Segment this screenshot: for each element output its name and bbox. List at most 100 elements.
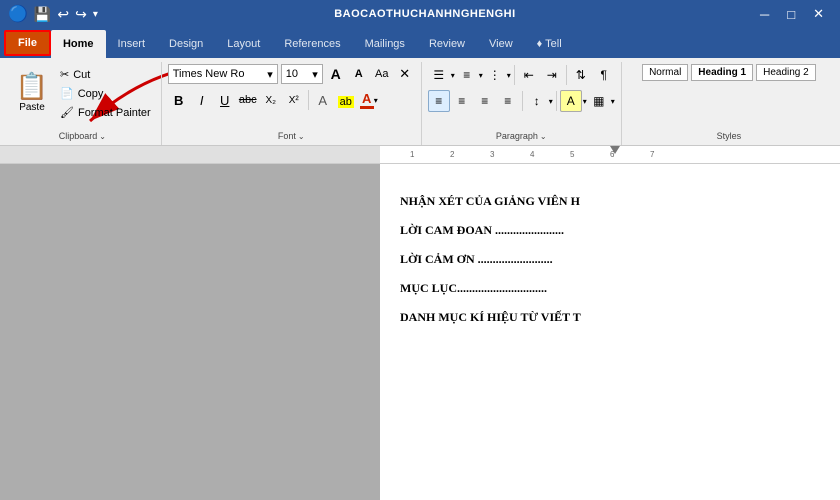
- style-heading1[interactable]: Heading 1: [691, 64, 753, 81]
- numbering-button[interactable]: ≡: [456, 64, 478, 86]
- tab-layout[interactable]: Layout: [215, 30, 272, 58]
- multilevel-button[interactable]: ⋮: [484, 64, 506, 86]
- tab-home[interactable]: Home: [51, 30, 106, 58]
- format-painter-icon: 🖌: [60, 106, 74, 119]
- italic-button[interactable]: I: [191, 89, 213, 111]
- close-button[interactable]: ✕: [805, 0, 832, 28]
- bold-button[interactable]: B: [168, 89, 190, 111]
- quick-access-icon[interactable]: ▾: [93, 9, 98, 20]
- styles-content: Normal Heading 1 Heading 2: [642, 64, 816, 141]
- align-center-button[interactable]: ≡: [451, 90, 473, 112]
- sort-button[interactable]: ⇅: [570, 64, 592, 86]
- tab-design[interactable]: Design: [157, 30, 215, 58]
- undo-icon[interactable]: ↩: [57, 6, 69, 23]
- shading-button[interactable]: A: [560, 90, 582, 112]
- paste-icon: 📋: [16, 71, 48, 102]
- doc-line-3: LỜI CẢM ƠN .........................: [400, 252, 820, 267]
- highlight-icon: ab: [338, 93, 354, 108]
- font-color-icon: A: [360, 91, 374, 109]
- subscript-button[interactable]: X₂: [260, 89, 282, 111]
- doc-line-5: DANH MỤC KÍ HIỆU TỪ VIẾT T: [400, 310, 820, 325]
- paragraph-group-label: Paragraph ⌄: [422, 131, 621, 141]
- para-sep4: [556, 91, 557, 111]
- font-name-dropdown-icon[interactable]: ▾: [267, 68, 273, 81]
- para-sep1: [514, 65, 515, 85]
- cut-label: Cut: [73, 69, 90, 81]
- change-case-button[interactable]: Aa: [372, 64, 392, 84]
- format-painter-button[interactable]: 🖌 Format Painter: [56, 104, 155, 121]
- tab-mailings[interactable]: Mailings: [353, 30, 417, 58]
- doc-line-2: LỜI CAM ĐOAN .......................: [400, 223, 820, 238]
- font-color-button[interactable]: A ▾: [358, 89, 380, 111]
- line-spacing-dropdown[interactable]: ▾: [549, 97, 553, 106]
- justify-button[interactable]: ≡: [497, 90, 519, 112]
- minimize-button[interactable]: ─: [752, 0, 777, 28]
- font-content: Times New Ro ▾ 10 ▾ A A Aa ✕ B I U abc X…: [168, 64, 415, 141]
- cut-button[interactable]: ✂ Cut: [56, 66, 155, 83]
- left-panel: [0, 164, 380, 500]
- clipboard-small-buttons: ✂ Cut 📄 Copy 🖌 Format Painter: [56, 64, 155, 121]
- font-shrink-button[interactable]: A: [349, 64, 369, 84]
- decrease-indent-button[interactable]: ⇤: [518, 64, 540, 86]
- show-marks-button[interactable]: ¶: [593, 64, 615, 86]
- clipboard-group-label: Clipboard ⌄: [4, 131, 161, 141]
- font-color-dropdown[interactable]: ▾: [374, 96, 378, 105]
- bullets-button[interactable]: ☰: [428, 64, 450, 86]
- font-name-value: Times New Ro: [173, 68, 245, 80]
- title-bar-left: 🔵 💾 ↩ ↪ ▾: [8, 4, 98, 24]
- redo-icon[interactable]: ↪: [75, 6, 87, 23]
- main-area: NHẬN XÉT CỦA GIẢNG VIÊN H LỜI CAM ĐOAN .…: [0, 164, 840, 500]
- strikethrough-button[interactable]: abc: [237, 89, 259, 111]
- cut-icon: ✂: [60, 68, 69, 81]
- save-icon[interactable]: 💾: [34, 6, 51, 23]
- paste-button[interactable]: 📋 Paste: [10, 64, 54, 120]
- increase-indent-button[interactable]: ⇥: [541, 64, 563, 86]
- ruler-scale: 1 2 3 4 5 6 7: [380, 146, 840, 163]
- line-spacing-button[interactable]: ↕: [526, 90, 548, 112]
- styles-group: Normal Heading 1 Heading 2 Styles: [622, 62, 836, 145]
- styles-group-label: Styles: [622, 131, 836, 141]
- style-heading2[interactable]: Heading 2: [756, 64, 816, 81]
- font-size-input[interactable]: 10 ▾: [281, 64, 323, 84]
- tab-review[interactable]: Review: [417, 30, 477, 58]
- copy-label: Copy: [78, 88, 104, 100]
- clipboard-dialog-launcher[interactable]: ⌄: [99, 132, 106, 141]
- superscript-button[interactable]: X²: [283, 89, 305, 111]
- font-name-input[interactable]: Times New Ro ▾: [168, 64, 278, 84]
- title-bar: 🔵 💾 ↩ ↪ ▾ BAOCAOTHUCHANHNGHENGHI ─ □ ✕: [0, 0, 840, 28]
- font-format-row: B I U abc X₂ X² A ab A ▾: [168, 89, 380, 111]
- tab-references[interactable]: References: [272, 30, 352, 58]
- underline-button[interactable]: U: [214, 89, 236, 111]
- ruler-3: 3: [490, 150, 494, 159]
- text-effects-button[interactable]: A: [312, 89, 334, 111]
- numbering-dropdown[interactable]: ▾: [479, 71, 483, 80]
- font-group-label: Font ⌄: [162, 131, 421, 141]
- highlight-button[interactable]: ab: [335, 89, 357, 111]
- copy-button[interactable]: 📄 Copy: [56, 85, 155, 102]
- align-left-button[interactable]: ≡: [428, 90, 450, 112]
- clear-format-button[interactable]: ✕: [395, 64, 415, 84]
- tab-file[interactable]: File: [4, 30, 51, 56]
- tab-tell[interactable]: ♦ Tell: [525, 30, 574, 58]
- maximize-button[interactable]: □: [779, 0, 803, 28]
- align-right-button[interactable]: ≡: [474, 90, 496, 112]
- window-controls: ─ □ ✕: [752, 0, 832, 28]
- separator: [308, 90, 309, 110]
- bullets-dropdown[interactable]: ▾: [451, 71, 455, 80]
- font-size-dropdown-icon[interactable]: ▾: [312, 68, 318, 81]
- ruler-4: 4: [530, 150, 534, 159]
- paste-label: Paste: [19, 102, 45, 113]
- document-area[interactable]: NHẬN XÉT CỦA GIẢNG VIÊN H LỜI CAM ĐOAN .…: [380, 164, 840, 500]
- clipboard-content: 📋 Paste ✂ Cut 📄 Copy 🖌 Format Painter: [10, 64, 155, 141]
- border-button[interactable]: ▦: [588, 90, 610, 112]
- style-normal[interactable]: Normal: [642, 64, 688, 81]
- multilevel-dropdown[interactable]: ▾: [507, 71, 511, 80]
- tab-view[interactable]: View: [477, 30, 525, 58]
- paragraph-dialog-launcher[interactable]: ⌄: [540, 132, 547, 141]
- shading-dropdown[interactable]: ▾: [583, 97, 587, 106]
- font-grow-button[interactable]: A: [326, 64, 346, 84]
- tab-insert[interactable]: Insert: [106, 30, 158, 58]
- border-dropdown[interactable]: ▾: [611, 97, 615, 106]
- paragraph-content: ☰ ▾ ≡ ▾ ⋮ ▾ ⇤ ⇥ ⇅ ¶ ≡ ≡ ≡ ≡ ↕ ▾: [428, 64, 615, 141]
- font-dialog-launcher[interactable]: ⌄: [298, 132, 305, 141]
